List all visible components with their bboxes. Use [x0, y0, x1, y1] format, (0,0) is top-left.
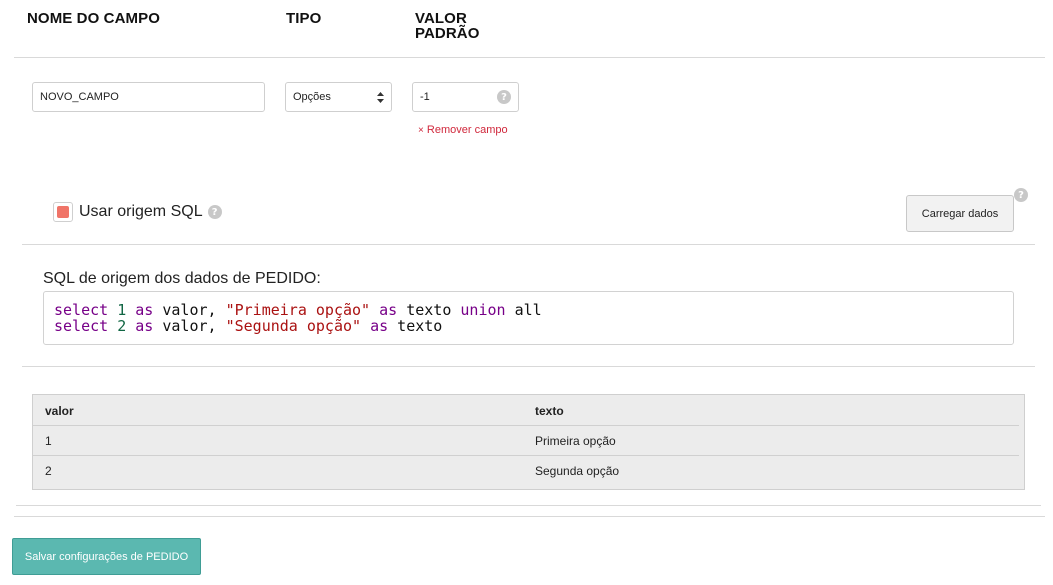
- table-row: 1 Primeira opção: [33, 426, 1024, 456]
- table-row: 2 Segunda opção: [33, 456, 1024, 486]
- footer-divider-outer: [14, 516, 1045, 517]
- field-name-input[interactable]: NOVO_CAMPO: [32, 82, 265, 112]
- sql-section-divider: [22, 244, 1035, 245]
- column-header-default-value: VALOR PADRÃO: [415, 11, 480, 41]
- sql-code-editor[interactable]: select 1 as valor, "Primeira opção" as t…: [43, 291, 1014, 345]
- column-header-field-name: NOME DO CAMPO: [27, 10, 160, 27]
- select-arrows-icon: [377, 91, 384, 103]
- save-settings-label: Salvar configurações de PEDIDO: [24, 550, 189, 563]
- checkbox-fill: [57, 206, 69, 218]
- remove-field-label: Remover campo: [426, 124, 508, 136]
- question-icon[interactable]: ?: [497, 90, 511, 104]
- field-type-value: Opções: [293, 91, 331, 103]
- table-header-valor: valor: [45, 404, 74, 418]
- field-name-value: NOVO_CAMPO: [40, 91, 119, 103]
- table-cell-texto: Primeira opção: [535, 434, 616, 448]
- question-icon[interactable]: ?: [1014, 188, 1028, 202]
- results-divider: [22, 366, 1035, 367]
- sql-editor-label: SQL de origem dos dados de PEDIDO:: [43, 270, 321, 287]
- table-header-row: valor texto: [33, 396, 1024, 426]
- results-table: valor texto 1 Primeira opção 2 Segunda o…: [32, 394, 1025, 490]
- load-data-label: Carregar dados: [921, 207, 999, 220]
- use-sql-origin-toggle[interactable]: Usar origem SQL ?: [53, 202, 222, 222]
- column-header-type: TIPO: [286, 10, 322, 27]
- use-sql-origin-label: Usar origem SQL: [79, 203, 203, 220]
- default-value-text: -1: [420, 91, 430, 103]
- code-line-1: select 1 as valor, "Primeira opção" as t…: [54, 301, 542, 319]
- code-line-2: select 2 as valor, "Segunda opção" as te…: [54, 317, 443, 335]
- default-value-input[interactable]: -1 ?: [412, 82, 519, 112]
- remove-field-link[interactable]: × Remover campo: [418, 124, 508, 136]
- load-data-button[interactable]: Carregar dados: [906, 195, 1014, 232]
- table-cell-valor: 2: [45, 464, 52, 478]
- column-header-default-line2: PADRÃO: [415, 25, 480, 42]
- save-settings-button[interactable]: Salvar configurações de PEDIDO: [12, 538, 201, 575]
- use-sql-origin-checkbox[interactable]: [53, 202, 73, 222]
- close-icon: ×: [418, 125, 424, 136]
- table-cell-texto: Segunda opção: [535, 464, 620, 478]
- question-icon[interactable]: ?: [207, 205, 222, 219]
- table-cell-valor: 1: [45, 434, 52, 448]
- footer-divider-inner: [16, 505, 1041, 506]
- column-header-default-line1: VALOR: [415, 10, 467, 27]
- field-type-select[interactable]: Opções: [285, 82, 392, 112]
- table-header-texto: texto: [535, 404, 564, 418]
- header-divider: [14, 57, 1045, 58]
